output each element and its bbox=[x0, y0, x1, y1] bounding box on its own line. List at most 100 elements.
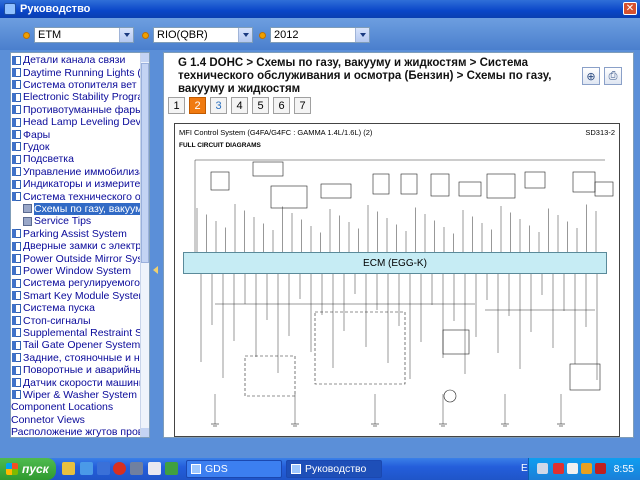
zoom-button[interactable]: ⊕ bbox=[582, 67, 600, 85]
tree-item[interactable]: Стоп-сигналы bbox=[12, 314, 91, 327]
tree-item-label: Стоп-сигналы bbox=[23, 314, 91, 327]
tree-item[interactable]: Tail Gate Opener System bbox=[12, 339, 140, 351]
app-shortcut-icon[interactable] bbox=[130, 462, 143, 475]
tree-item[interactable]: Component Locations bbox=[11, 401, 113, 413]
tree-item[interactable]: Схемы по газу, вакуум bbox=[23, 202, 143, 215]
tree-item[interactable]: Wiper & Washer System bbox=[12, 389, 137, 401]
scroll-down-icon[interactable] bbox=[141, 428, 149, 437]
page-button[interactable]: 5 bbox=[252, 97, 269, 114]
scroll-thumb[interactable] bbox=[141, 63, 149, 263]
book-icon bbox=[12, 378, 21, 388]
tree-item-label: Дверные замки с электро bbox=[23, 240, 148, 253]
year-select-value: 2012 bbox=[274, 29, 299, 41]
document-icon[interactable] bbox=[148, 462, 161, 475]
tree-item[interactable]: Детали канала связи bbox=[12, 54, 125, 66]
security-icon[interactable] bbox=[581, 463, 592, 474]
antivirus-icon[interactable] bbox=[553, 463, 564, 474]
diagram-code: SD313-2 bbox=[585, 128, 615, 137]
book-icon bbox=[12, 92, 21, 102]
chevron-down-icon[interactable] bbox=[119, 28, 133, 42]
task-manual[interactable]: Руководство bbox=[286, 460, 382, 478]
browser-icon[interactable] bbox=[97, 462, 110, 475]
tree-item[interactable]: Daytime Running Lights (DR bbox=[12, 66, 150, 79]
scroll-up-icon[interactable] bbox=[141, 53, 149, 62]
book-icon bbox=[12, 154, 21, 164]
page-selector: 1234567 bbox=[168, 97, 311, 114]
category-select-value: ETM bbox=[38, 29, 62, 41]
model-select[interactable]: RIO(QBR) bbox=[142, 27, 253, 43]
collapse-arrow-icon[interactable] bbox=[153, 266, 158, 274]
tree-item[interactable]: Индикаторы и измерители bbox=[12, 178, 149, 190]
status-dot-icon bbox=[259, 32, 266, 39]
tree-item[interactable]: Фары bbox=[12, 128, 50, 141]
media-icon[interactable] bbox=[113, 462, 126, 475]
tree-item[interactable]: Датчик скорости машины bbox=[12, 376, 146, 389]
page-button[interactable]: 3 bbox=[210, 97, 227, 114]
print-button[interactable]: ⎙ bbox=[604, 67, 622, 85]
tree-item[interactable]: Управление иммобилизат bbox=[12, 166, 149, 178]
tree-item[interactable]: Power Outside Mirror Syster bbox=[12, 252, 149, 265]
page-button[interactable]: 7 bbox=[294, 97, 311, 114]
tree-item[interactable]: Power Window System bbox=[12, 265, 131, 277]
desktop-icon[interactable] bbox=[80, 462, 93, 475]
category-select[interactable]: ETM bbox=[23, 27, 134, 43]
volume-icon[interactable] bbox=[567, 463, 578, 474]
book-icon bbox=[12, 80, 21, 90]
tool-icon[interactable] bbox=[165, 462, 178, 475]
year-select[interactable]: 2012 bbox=[259, 27, 370, 43]
status-dot-icon bbox=[23, 32, 30, 39]
wiring-drawing bbox=[194, 159, 614, 427]
book-icon bbox=[12, 291, 21, 301]
page-button[interactable]: 4 bbox=[231, 97, 248, 114]
tree-item[interactable]: Connetor Views bbox=[11, 414, 85, 426]
book-icon bbox=[12, 365, 21, 375]
breadcrumb: G 1.4 DOHC > Схемы по газу, вакууму и жи… bbox=[178, 57, 552, 95]
tray-app-icon[interactable] bbox=[595, 463, 606, 474]
clock: 8:55 bbox=[613, 463, 634, 475]
window-title: Руководство bbox=[20, 3, 91, 15]
page-button[interactable]: 2 bbox=[189, 97, 206, 114]
tree-item[interactable]: Система отопителя вет bbox=[12, 79, 137, 91]
folder-icon[interactable] bbox=[62, 462, 75, 475]
system-tray: 8:55 bbox=[528, 458, 640, 480]
chevron-down-icon[interactable] bbox=[238, 28, 252, 42]
tree-item[interactable]: Задние, стояночные и ном bbox=[12, 351, 150, 364]
network-icon[interactable] bbox=[537, 463, 548, 474]
tree-item[interactable]: Система технического обс bbox=[12, 190, 149, 203]
diagram-title: MFI Control System (G4FA/G4FC : GAMMA 1.… bbox=[179, 128, 373, 137]
tree-item[interactable]: Supplemental Restraint Syst bbox=[12, 327, 149, 339]
book-icon bbox=[12, 179, 21, 189]
tree-item[interactable]: Service Tips bbox=[23, 215, 91, 227]
start-button[interactable]: пуск bbox=[0, 458, 56, 480]
app-icon bbox=[4, 3, 16, 15]
tree-item[interactable]: Поворотные и аварийные с bbox=[12, 364, 149, 376]
tree-item[interactable]: Расположение жгутов провод bbox=[11, 426, 149, 437]
close-icon[interactable]: ✕ bbox=[623, 2, 637, 15]
tree-item[interactable]: Система регулируемого ст bbox=[12, 277, 149, 289]
magnifier-icon: ⊕ bbox=[586, 69, 596, 83]
task-gds[interactable]: GDS bbox=[186, 460, 282, 478]
chevron-down-icon[interactable] bbox=[355, 28, 369, 42]
tree-item-label: Задние, стояночные и ном bbox=[23, 351, 150, 364]
tree-scrollbar[interactable] bbox=[140, 53, 149, 437]
panel-splitter[interactable] bbox=[150, 52, 162, 438]
tree-item[interactable]: Противотуманные фары bbox=[12, 104, 143, 116]
status-dot-icon bbox=[142, 32, 149, 39]
tree-item-label: Система пуска bbox=[23, 302, 95, 315]
page-button[interactable]: 1 bbox=[168, 97, 185, 114]
tree-item-label: Connetor Views bbox=[11, 413, 85, 426]
tree-item[interactable]: Подсветка bbox=[12, 153, 74, 165]
tree-item-label: Daytime Running Lights (DR bbox=[23, 66, 150, 79]
tree-item[interactable]: Дверные замки с электро bbox=[12, 240, 147, 252]
tree-item[interactable]: Head Lamp Leveling Device bbox=[12, 116, 149, 128]
page-button[interactable]: 6 bbox=[273, 97, 290, 114]
tree-item-label: Wiper & Washer System bbox=[23, 388, 137, 401]
tree-item[interactable]: Гудок bbox=[12, 141, 49, 153]
tree-item-label: Tail Gate Opener System bbox=[23, 339, 141, 352]
book-icon bbox=[12, 353, 21, 363]
book-icon bbox=[12, 390, 21, 400]
tree-item[interactable]: Smart Key Module System bbox=[12, 290, 147, 302]
tree-item[interactable]: Система пуска bbox=[12, 302, 95, 314]
tree-item[interactable]: Electronic Stability Program bbox=[12, 91, 149, 103]
tree-item[interactable]: Parking Assist System bbox=[12, 228, 127, 240]
